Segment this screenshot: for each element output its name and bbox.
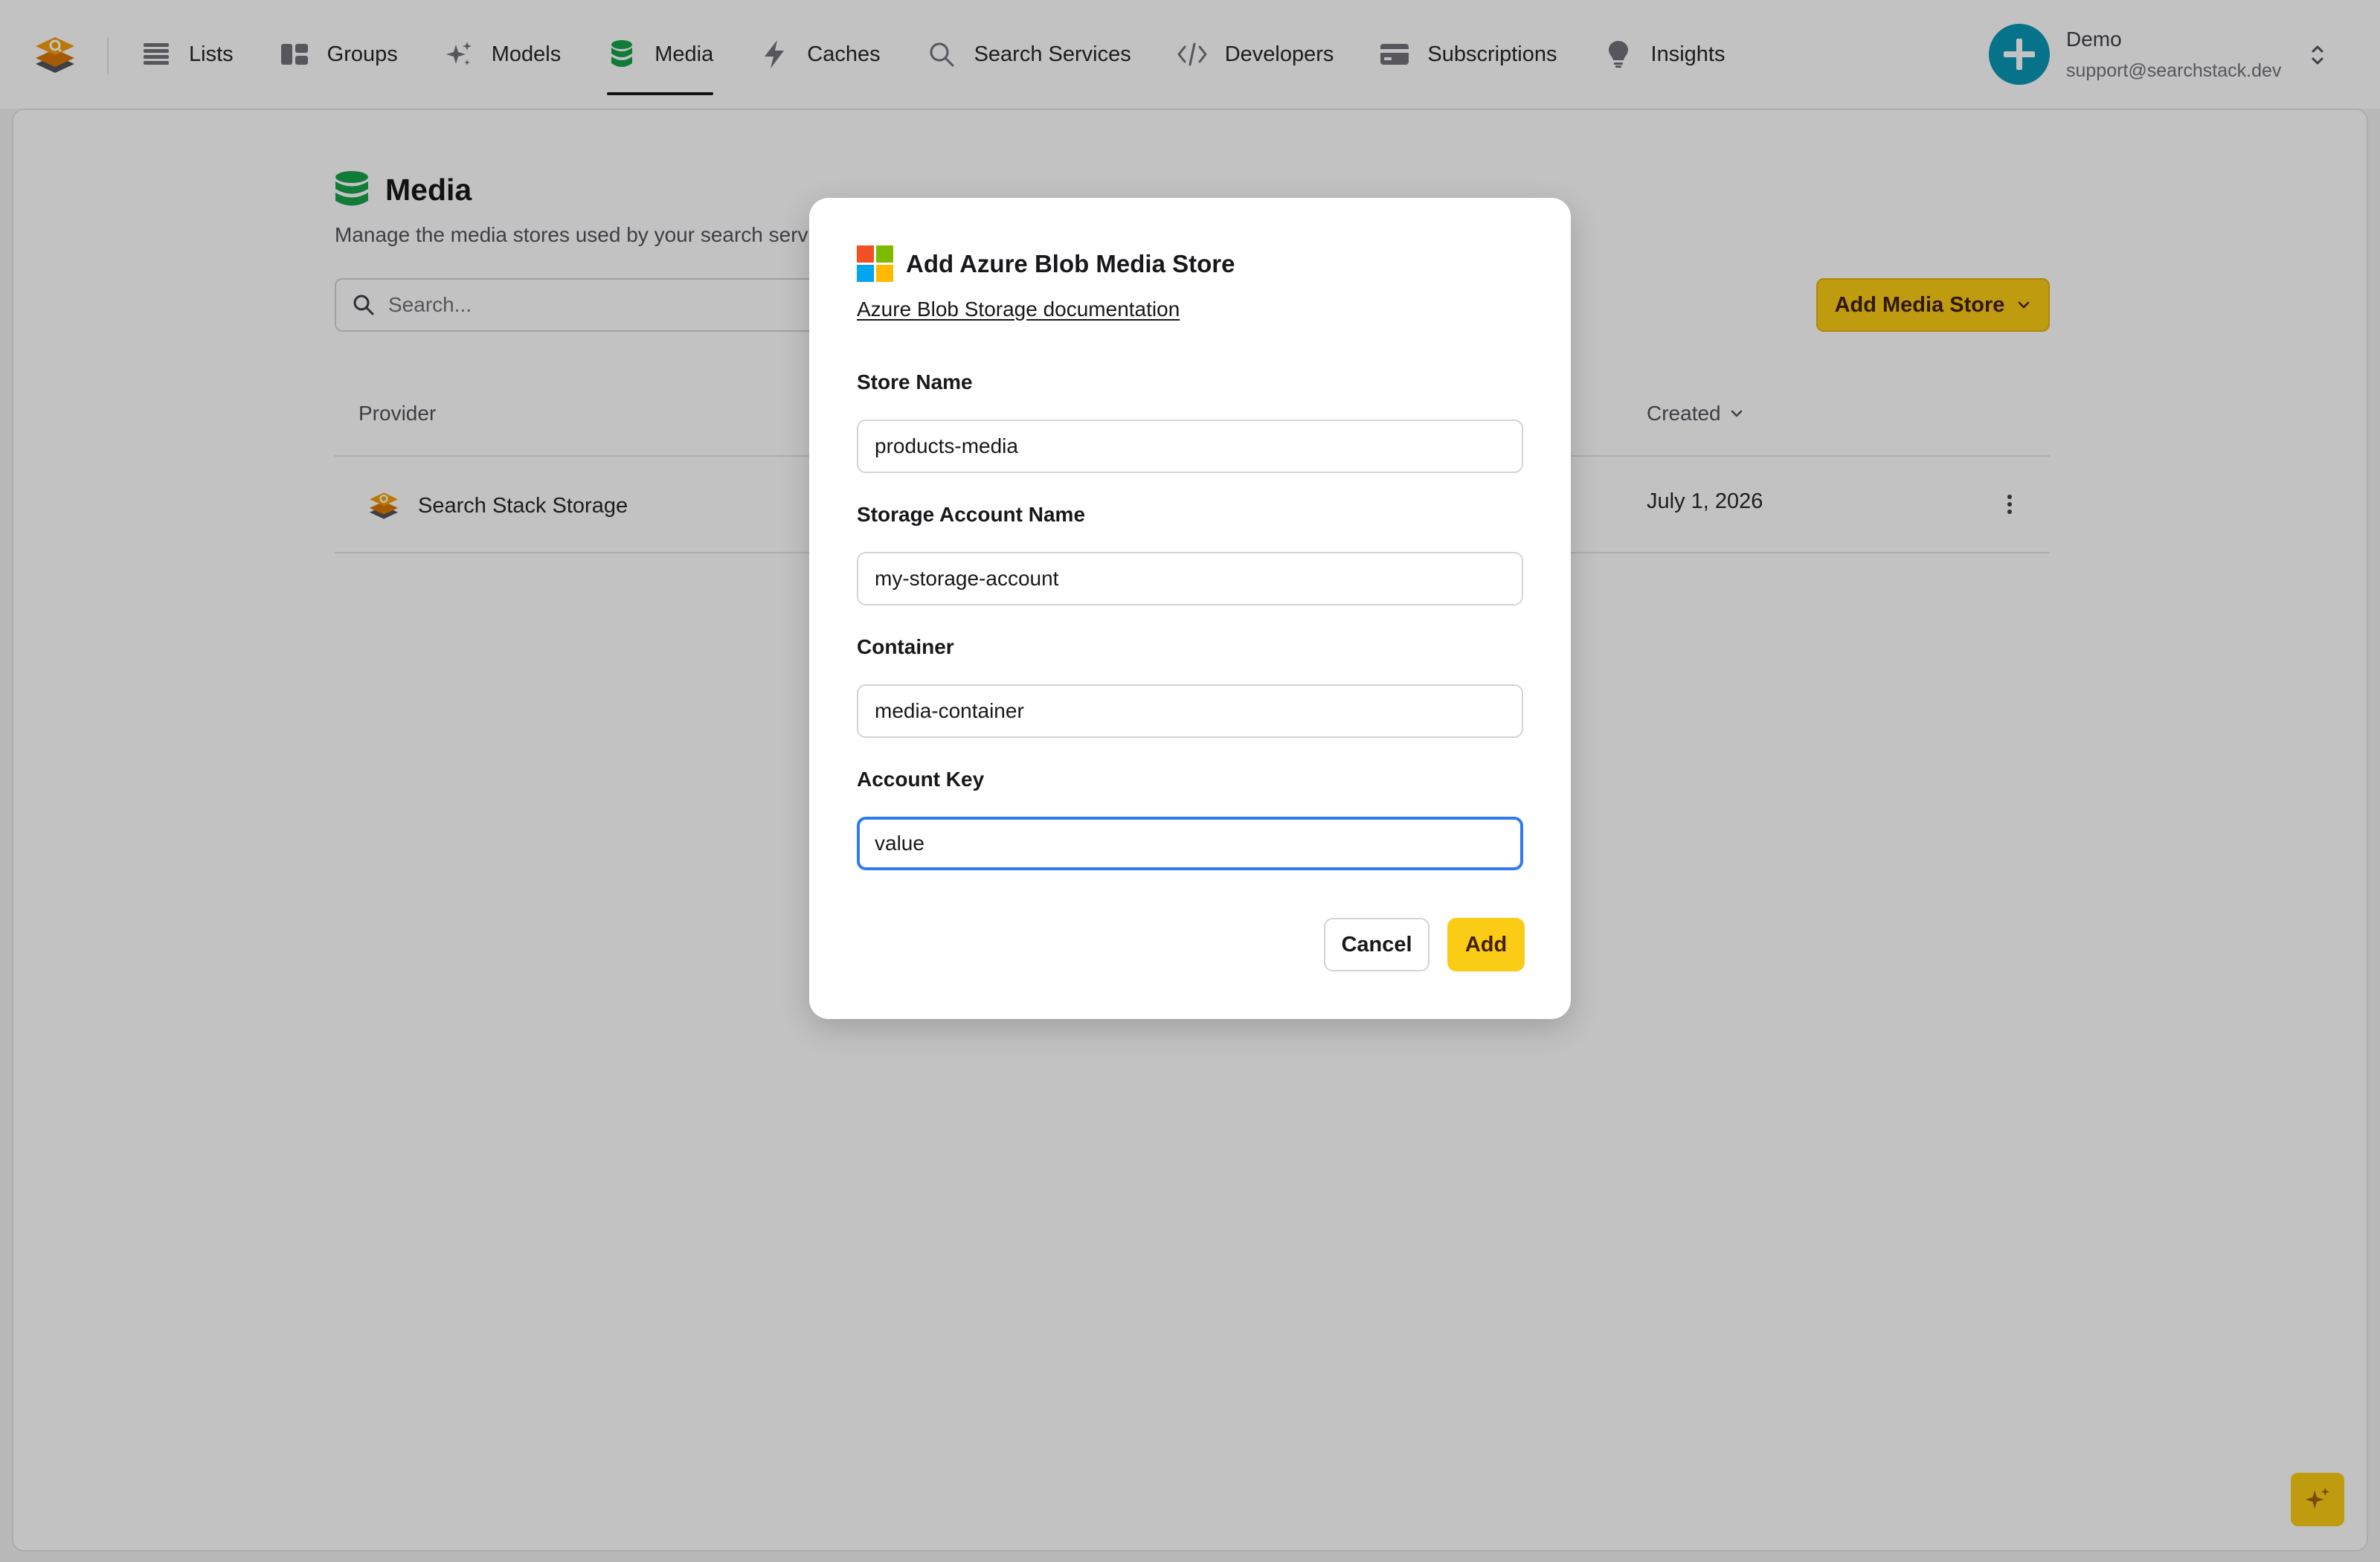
modal-title: Add Azure Blob Media Store [906,250,1235,277]
store-name-label: Store Name [857,370,973,393]
add-button[interactable]: Add [1447,918,1525,971]
cancel-button[interactable]: Cancel [1324,918,1429,971]
container-label: Container [857,635,954,658]
modal-header: Add Azure Blob Media Store [857,245,1235,283]
container-input[interactable] [857,684,1523,738]
storage-account-name-input[interactable] [857,552,1523,605]
account-key-input[interactable] [857,817,1523,870]
azure-docs-link[interactable]: Azure Blob Storage documentation [857,298,1180,321]
store-name-input[interactable] [857,420,1523,473]
microsoft-logo-icon [857,245,894,283]
storage-account-name-label: Storage Account Name [857,503,1086,526]
account-key-label: Account Key [857,768,985,791]
add-azure-blob-modal: Add Azure Blob Media Store Azure Blob St… [809,198,1571,1019]
